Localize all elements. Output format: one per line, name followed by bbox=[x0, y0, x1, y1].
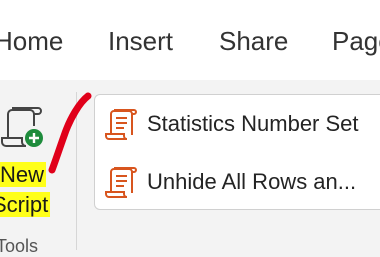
script-icon bbox=[105, 109, 137, 140]
tab-share[interactable]: Share bbox=[219, 26, 288, 57]
new-script-button[interactable]: New Script bbox=[0, 96, 64, 226]
script-item-label: Unhide All Rows an... bbox=[147, 169, 357, 194]
group-divider bbox=[76, 92, 77, 250]
ribbon-tab-bar: Home Insert Share Page bbox=[0, 0, 380, 80]
group-label-tools: Tools bbox=[0, 236, 39, 256]
new-script-label-line2: Script bbox=[0, 192, 51, 217]
script-icon bbox=[105, 167, 137, 198]
script-item-statistics-number-set[interactable]: Statistics Number Set bbox=[103, 105, 380, 145]
script-item-unhide-all-rows[interactable]: Unhide All Rows an... bbox=[103, 163, 380, 203]
new-script-label-line1: New bbox=[0, 162, 47, 187]
tab-page[interactable]: Page bbox=[332, 26, 380, 57]
scripts-gallery: Statistics Number Set Unhide All Rows an… bbox=[94, 94, 380, 210]
new-script-label: New Script bbox=[0, 160, 56, 220]
new-script-icon bbox=[1, 107, 43, 147]
script-item-label: Statistics Number Set bbox=[147, 111, 359, 136]
tab-insert[interactable]: Insert bbox=[108, 26, 173, 57]
tab-home[interactable]: Home bbox=[0, 26, 63, 57]
